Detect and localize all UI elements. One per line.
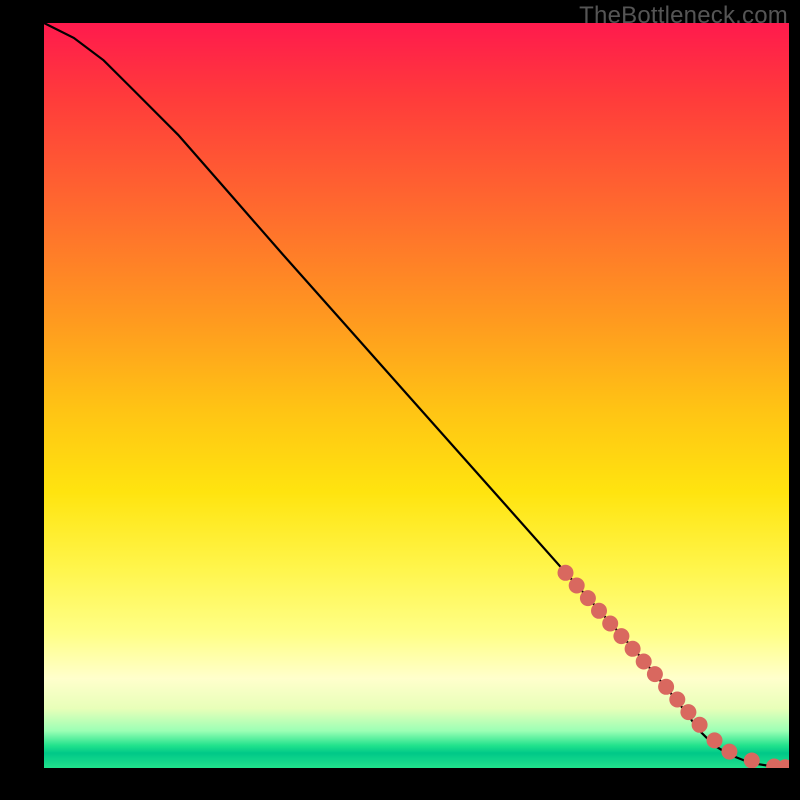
data-marker (625, 641, 641, 657)
chart-svg (44, 23, 789, 768)
data-marker (707, 732, 723, 748)
data-marker (636, 654, 652, 670)
chart-frame: TheBottleneck.com (0, 0, 800, 800)
data-marker (647, 666, 663, 682)
data-marker (580, 590, 596, 606)
data-marker (692, 717, 708, 733)
plot-area (44, 23, 789, 768)
data-marker (569, 578, 585, 594)
watermark-label: TheBottleneck.com (579, 2, 788, 30)
data-marker (602, 616, 618, 632)
curve-line (44, 23, 789, 768)
data-marker (744, 753, 760, 769)
data-marker (669, 692, 685, 708)
data-marker (613, 628, 629, 644)
data-marker (591, 603, 607, 619)
data-marker (658, 679, 674, 695)
data-marker (558, 565, 574, 581)
data-marker (680, 704, 696, 720)
data-marker (721, 744, 737, 760)
